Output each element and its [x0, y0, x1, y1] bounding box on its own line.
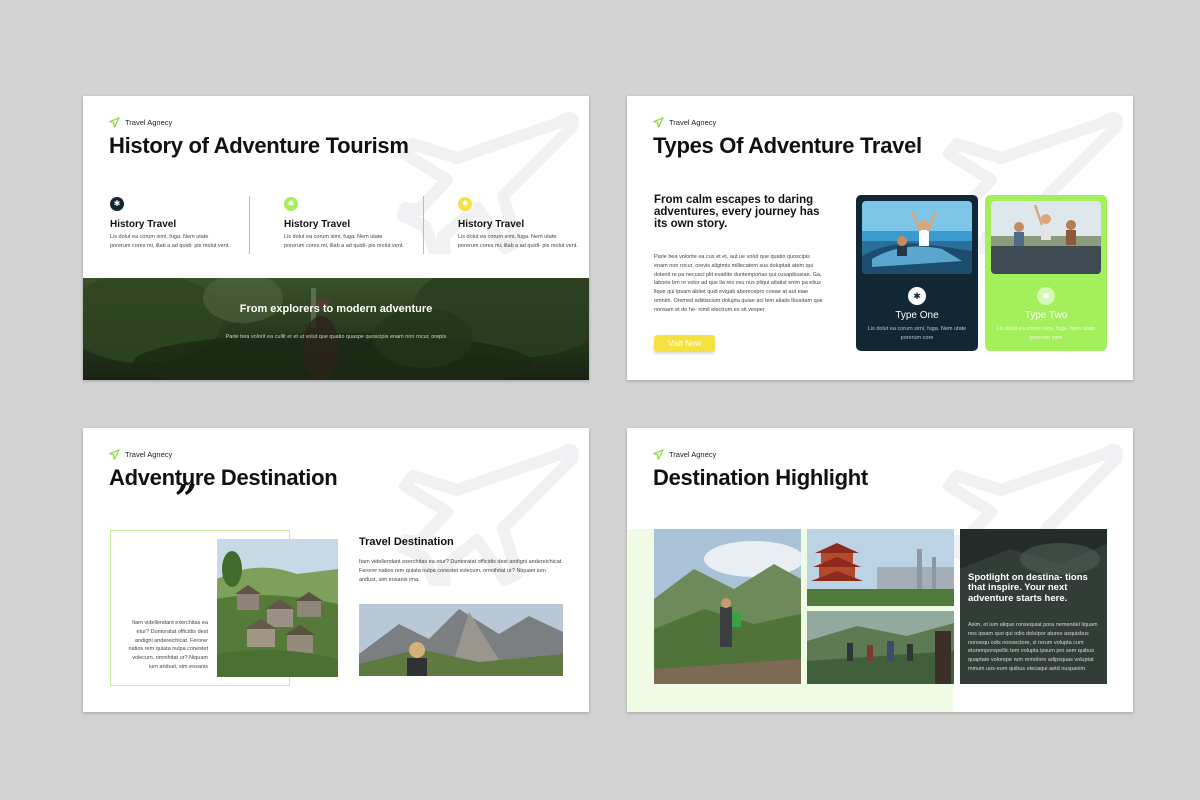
spotlight-text: Asim, et ium alique ronsequiat pora neme…: [968, 622, 1098, 672]
brand: Travel Agnecy: [109, 117, 172, 128]
brand-plane-icon: [653, 449, 664, 460]
type-text: Lis dolut ea corum simi, fuga. Nem utate…: [996, 326, 1096, 341]
slide-highlight[interactable]: Travel Agnecy Destination Highlight Spot…: [627, 428, 1133, 712]
history-text: Lis dolut ea corum simi, fuga. Nem utate…: [458, 234, 578, 249]
type-label: Type One: [895, 310, 939, 321]
slide-title: Destination Highlight: [653, 465, 868, 490]
history-text: Lis dolut ea corum simi, fuga. Nem utate…: [110, 234, 230, 249]
type-card-one[interactable]: ✱ Type One Lis dolut ea corum simi, fuga…: [856, 195, 978, 351]
star-icon: ✱: [284, 197, 298, 211]
slide-title: Adventure Destination: [109, 465, 338, 490]
visit-now-button[interactable]: Visit Now: [654, 335, 715, 352]
banner-title: From explorers to modern adventure: [239, 303, 433, 315]
history-text: Lis dolut ea corum simi, fuga. Nem utate…: [284, 234, 404, 249]
friends-travel-photo: [991, 201, 1101, 274]
group-hike-photo: [807, 611, 954, 684]
mountain-photo: [359, 604, 563, 676]
brand-name: Travel Agnecy: [669, 450, 717, 459]
brand-plane-icon: [653, 117, 664, 128]
lead-text: From calm escapes to daring adventures, …: [654, 194, 820, 231]
star-icon: ✱: [1037, 287, 1055, 305]
brand-name: Travel Agnecy: [125, 450, 173, 459]
hiker-photo: [654, 529, 801, 684]
brand-plane-icon: [109, 449, 120, 460]
history-column: ✱ History Travel Lis dolut ea corum simi…: [110, 197, 230, 250]
divider: [423, 196, 424, 254]
slide-types[interactable]: Travel Agnecy Types Of Adventure Travel …: [627, 96, 1133, 380]
history-heading: History Travel: [110, 219, 177, 230]
quote-mark-icon: ”: [175, 476, 197, 521]
history-heading: History Travel: [284, 219, 351, 230]
spotlight-panel: Spotlight on destina- tions that inspire…: [960, 529, 1107, 684]
slide-destination[interactable]: Travel Agnecy Adventure Destination ” It…: [83, 428, 589, 712]
brand: Travel Agnecy: [653, 117, 716, 128]
quote-text: Itam videllendant exerchitas ea etur? Du…: [128, 620, 209, 670]
brand: Travel Agnecy: [109, 449, 172, 460]
slide-history[interactable]: Travel Agnecy History of Adventure Touri…: [83, 96, 589, 380]
history-column: ✱ History Travel Lis dolut ea corum simi…: [458, 197, 578, 250]
spotlight-title: Spotlight on destina- tions that inspire…: [968, 572, 1088, 604]
body-text: Parie bea volorite ea cus et et, aut ue …: [654, 254, 823, 313]
village-photo: [217, 539, 338, 677]
brand-name: Travel Agnecy: [669, 118, 717, 127]
star-icon: ✱: [110, 197, 124, 211]
banner-text: Parie bea volorit ea cullit et et ut vol…: [225, 334, 447, 340]
divider: [249, 196, 250, 254]
pagoda-city-photo: [807, 529, 954, 606]
brand: Travel Agnecy: [653, 449, 716, 460]
type-text: Lis dolut ea corum simi, fuga. Nem utate…: [867, 326, 967, 341]
section-heading: Travel Destination: [359, 536, 454, 548]
brand-name: Travel Agnecy: [125, 118, 173, 127]
section-text: Itam videllendant exerchitas ea etur? Du…: [359, 559, 563, 583]
car-travel-photo: [862, 201, 972, 274]
type-label: Type Two: [1024, 310, 1068, 321]
slide-title: History of Adventure Tourism: [109, 133, 409, 158]
star-icon: ✱: [458, 197, 472, 211]
history-heading: History Travel: [458, 219, 525, 230]
slide-title: Types Of Adventure Travel: [653, 133, 922, 158]
brand-plane-icon: [109, 117, 120, 128]
type-card-two[interactable]: ✱ Type Two Lis dolut ea corum simi, fuga…: [985, 195, 1107, 351]
forest-banner-image: From explorers to modern adventure Parie…: [83, 278, 589, 380]
star-icon: ✱: [908, 287, 926, 305]
history-column: ✱ History Travel Lis dolut ea corum simi…: [284, 197, 404, 250]
